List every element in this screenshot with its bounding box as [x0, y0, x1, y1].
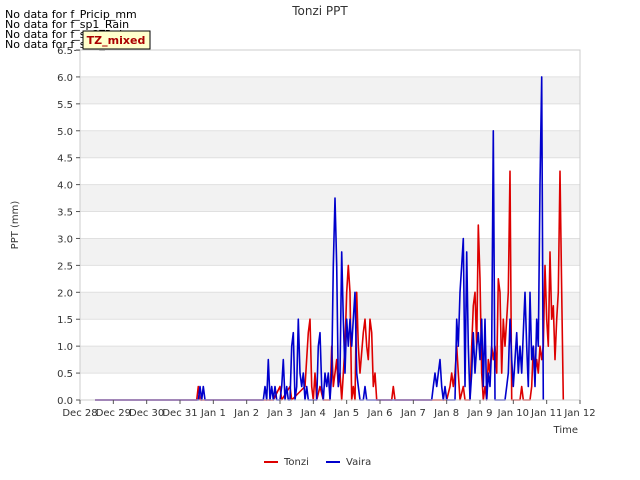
y-tick-label: 6.0	[57, 73, 73, 84]
x-tick-label: Dec 28	[62, 408, 97, 419]
y-axis-label: PPT (mm)	[10, 201, 21, 250]
x-tick-label: Jan 5	[333, 408, 359, 419]
y-axis: 0.0 0.5 1.0 1.5 2.0 2.5 3.0 3.5 4.0 4.5 5.0 5.5 6.0 6…	[57, 46, 80, 407]
x-tick-label: Jan 10	[497, 408, 529, 419]
grid-band	[80, 292, 580, 320]
x-tick-label: Jan 4	[300, 408, 326, 419]
x-axis: Dec 28Dec 29Dec 30Dec 31 Jan 1 Jan 2 Jan 3 J…	[62, 400, 596, 419]
y-tick-label: 0.0	[57, 396, 73, 407]
x-axis-label: Time	[553, 425, 578, 436]
x-tick-label: Dec 31	[162, 408, 197, 419]
chart-title: Tonzi PPT	[291, 4, 348, 18]
legend: Tonzi Vaira	[264, 457, 371, 468]
grid-band	[80, 130, 580, 158]
x-tick-label: Jan 7	[400, 408, 426, 419]
y-tick-label: 6.5	[57, 46, 73, 57]
y-tick-label: 5.5	[57, 100, 73, 111]
y-tick-label: 1.0	[57, 342, 73, 353]
x-tick-label: Jan 9	[467, 408, 493, 419]
y-tick-label: 2.5	[57, 261, 73, 272]
y-tick-label: 3.5	[57, 208, 73, 219]
x-tick-label: Jan 2	[233, 408, 259, 419]
grid-band	[80, 184, 580, 212]
y-tick-label: 4.0	[57, 181, 73, 192]
legend-label-vaira: Vaira	[346, 457, 371, 468]
y-tick-label: 1.5	[57, 315, 73, 326]
x-tick-label: Jan 6	[367, 408, 393, 419]
legend-label-tonzi: Tonzi	[283, 457, 309, 468]
site-badge: TZ_mixed	[82, 30, 151, 50]
grid-band	[80, 238, 580, 266]
y-tick-label: 3.0	[57, 234, 73, 245]
grid-bands	[80, 76, 580, 374]
x-tick-label: Jan 1	[200, 408, 226, 419]
x-tick-label: Dec 29	[96, 408, 131, 419]
x-tick-label: Jan 3	[267, 408, 293, 419]
y-tick-label: 2.0	[57, 288, 73, 299]
x-tick-label: Jan 12	[563, 408, 595, 419]
x-tick-label: Jan 11	[530, 408, 562, 419]
y-tick-label: 4.5	[57, 154, 73, 165]
x-tick-label: Dec 30	[129, 408, 164, 419]
site-badge-label: TZ_mixed	[87, 34, 146, 47]
grid-band	[80, 76, 580, 104]
y-tick-label: 0.5	[57, 369, 73, 380]
grid-band	[80, 346, 580, 374]
y-tick-label: 5.0	[57, 127, 73, 138]
x-tick-label: Jan 8	[433, 408, 459, 419]
ppt-chart: 0.0 0.5 1.0 1.5 2.0 2.5 3.0 3.5 4.0 4.5 5.0 5.5 6.0 6…	[10, 4, 596, 468]
